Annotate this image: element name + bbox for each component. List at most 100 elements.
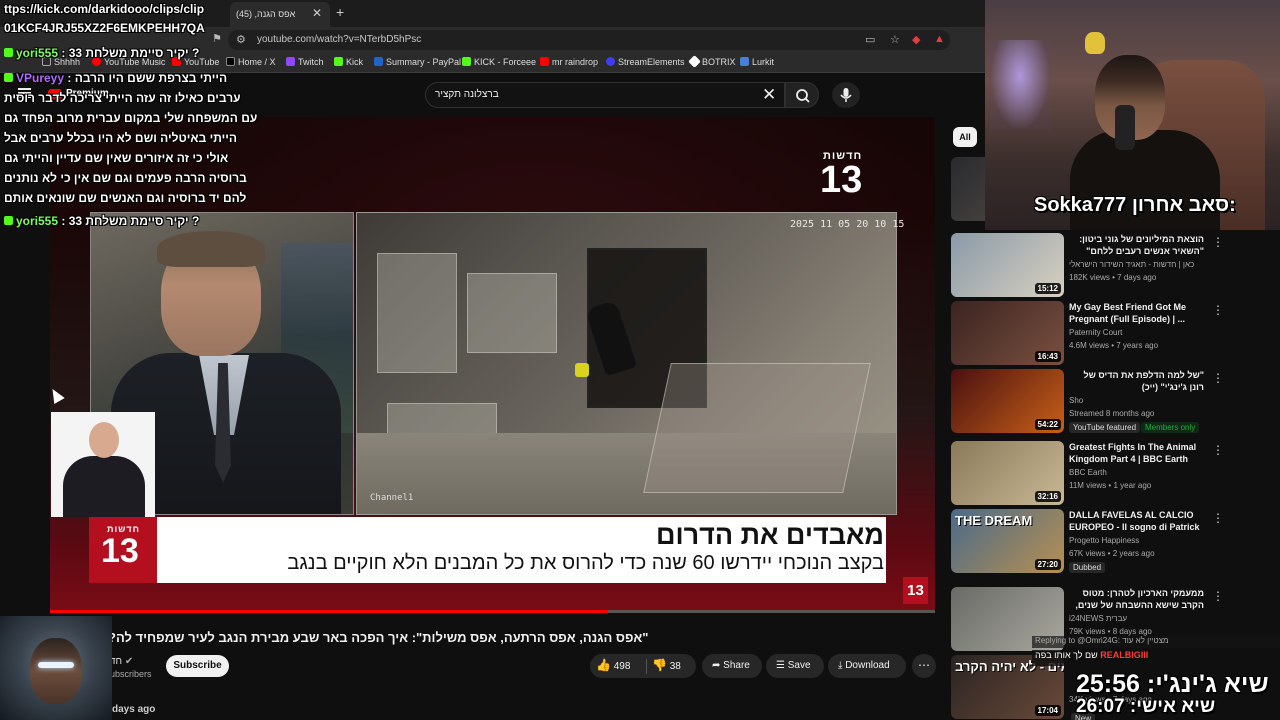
extension-triangle-icon[interactable]: ▲: [934, 33, 945, 45]
logo-number: 13: [820, 159, 863, 201]
clip-id: 01KCF4JRJ55XZ2F6EMKPEHH7QA: [4, 21, 205, 35]
video-title: "אפס הגנה, אפס הרתעה, אפס משילות": איך ה…: [108, 630, 649, 645]
chat-username: yori555: [16, 214, 59, 228]
recommendation-thumbnail[interactable]: THE DREAM 27:20: [951, 509, 1064, 573]
sign-language-interpreter: [51, 412, 155, 517]
kick-icon: [462, 57, 471, 66]
kick-icon: [334, 57, 343, 66]
chat-text: הייתי בצרפת ששם היו הרבה: [74, 71, 228, 85]
recommendation-channel: Progetto Happiness: [1069, 536, 1140, 545]
bookmark-label: KICK - Forceee: [474, 57, 537, 67]
video-duration: 54:22: [1034, 419, 1061, 430]
download-label: Download: [845, 660, 890, 671]
streamelements-icon: [606, 57, 615, 66]
shelf: [467, 273, 557, 353]
voice-search-button[interactable]: [832, 82, 860, 108]
recommendation-title: "של למה הדלפת את הדיס של רונן ג'ינג'י" (…: [1083, 370, 1205, 392]
cast-icon[interactable]: ▭: [865, 33, 875, 46]
microphone-icon: [840, 88, 852, 102]
bookmark-kick[interactable]: Kick: [334, 57, 363, 67]
recommendation-item[interactable]: THE DREAM 27:20 DALLA FAVELAS AL CALCIO EU…: [951, 509, 1231, 575]
avatar-glowing-eyes: [38, 662, 74, 668]
recommendation-title: הוצאת המיליונים של גוני ביטון: "השאיר אנ…: [1079, 234, 1204, 256]
streamer-avatar: [0, 616, 112, 720]
more-options-icon[interactable]: ⋮: [1212, 443, 1224, 457]
bookmark-kick-forceee[interactable]: KICK - Forceee: [462, 57, 536, 67]
last-sub-user: Sokka777: [1034, 194, 1127, 216]
recommendation-meta: Streamed 8 months ago: [1069, 409, 1155, 418]
search-query[interactable]: ברצלונה תקציר: [435, 89, 499, 100]
share-button[interactable]: ➦ Share: [702, 654, 762, 678]
extension-shield-icon[interactable]: ◆: [912, 33, 920, 46]
like-button[interactable]: 👍 498: [596, 658, 630, 672]
more-options-icon[interactable]: ⋮: [1212, 511, 1224, 525]
verified-icon: ✔: [124, 656, 134, 667]
recommendation-channel: כאן | חדשות - תאגיד השידור הישראלי: [1069, 260, 1195, 269]
channel-name[interactable]: חד ✔: [110, 656, 133, 667]
recommendation-badge: YouTube featured: [1069, 422, 1141, 433]
recommendation-thumbnail[interactable]: 15:12: [951, 233, 1064, 297]
bookmark-star-icon[interactable]: ☆: [890, 33, 900, 46]
timer-value: 25:56: [1076, 670, 1140, 698]
bookmark-botrix[interactable]: BOTRIX: [688, 55, 736, 68]
save-button[interactable]: ☰ Save: [766, 654, 824, 678]
more-options-icon[interactable]: ⋮: [1212, 303, 1224, 317]
bookmark-streamelements[interactable]: StreamElements: [606, 57, 685, 67]
bookmark-label: BOTRIX: [702, 57, 736, 67]
clip-url-text: ttps://kick.com/darkidooo/clips/clip: [4, 2, 205, 16]
recommendation-item[interactable]: 15:12 הוצאת המיליונים של גוני ביטון: "השא…: [951, 233, 1231, 299]
news-headline: מאבדים את הדרום: [656, 520, 884, 550]
recommendation-channel: i24NEWS עברית: [1069, 614, 1128, 623]
recommendation-item[interactable]: 32:16 Greatest Fights In The Animal Kingd…: [951, 441, 1231, 507]
clear-search-icon[interactable]: ✕: [762, 85, 776, 105]
timer-label: שיא אישי:: [1129, 696, 1216, 717]
video-duration: 16:43: [1034, 351, 1061, 362]
tab-close-icon[interactable]: ✕: [312, 6, 322, 20]
recommendation-thumbnail[interactable]: 32:16: [951, 441, 1064, 505]
recommendation-item[interactable]: 54:22 "של למה הדלפת את הדיס של רונן ג'ינג…: [951, 369, 1231, 435]
video-duration: 32:16: [1034, 491, 1061, 502]
recommendation-channel: BBC Earth: [1069, 468, 1107, 477]
recommendation-thumbnail[interactable]: 54:22: [951, 369, 1064, 433]
interpreter-head: [89, 422, 119, 458]
bookmark-lurkit[interactable]: Lurkit: [740, 57, 774, 67]
chat-message: yori555 : יקיר סיימת משלחת 33 ?: [4, 214, 199, 228]
download-icon: ⤓: [838, 660, 843, 671]
chat-message: VPureyy : הייתי בצרפת ששם היו הרבה: [4, 71, 227, 85]
bottom-chat-user: REALBIGIII: [1100, 650, 1149, 660]
address-url[interactable]: youtube.com/watch?v=NTerbD5hPsc: [257, 34, 421, 45]
channel13-corner-bug: 13: [903, 577, 928, 604]
kick-badge-icon: [4, 216, 13, 225]
search-button[interactable]: [785, 82, 819, 108]
channel13-logo-lower-third: חדשות 13: [89, 517, 157, 583]
webcam-light: [990, 40, 1050, 130]
more-options-icon[interactable]: ⋮: [1212, 371, 1224, 385]
chat-text: יקיר סיימת משלחת 33 ?: [68, 46, 200, 60]
more-options-icon[interactable]: ⋮: [1212, 235, 1224, 249]
like-count: 498: [613, 661, 631, 672]
shelf: [377, 253, 457, 373]
thumbs-down-icon: 👎: [652, 658, 667, 672]
bookmark-label: StreamElements: [618, 57, 685, 67]
more-options-icon[interactable]: ⋮: [1212, 589, 1224, 603]
recommendation-item[interactable]: 16:43 My Gay Best Friend Got Me Pregnant …: [951, 301, 1231, 367]
chat-text: הייתי באיטליה ושם לא היו בכלל ערבים אבל: [4, 131, 237, 145]
filter-chip-all[interactable]: All: [953, 127, 977, 147]
download-button[interactable]: ⤓ Download: [828, 654, 906, 678]
dislike-button[interactable]: 👎 38: [652, 658, 681, 672]
bookmark-paypal[interactable]: Summary - PayPal: [374, 57, 461, 67]
description-date[interactable]: days ago: [112, 704, 155, 715]
recommendation-thumbnail[interactable]: 16:43: [951, 301, 1064, 365]
bookmark-twitch[interactable]: Twitch: [286, 57, 324, 67]
cctv-timestamp: 2025 11 05 20 10 15: [790, 219, 905, 230]
recommendation-meta: 11M views • 1 year ago: [1069, 481, 1152, 490]
more-actions-icon[interactable]: ⋯: [912, 654, 936, 678]
video-progress-bar[interactable]: [50, 610, 935, 613]
subscribe-button[interactable]: Subscribe: [166, 655, 229, 677]
recommendation-meta: 4.6M views • 7 years ago: [1069, 341, 1159, 350]
anchor-hair: [157, 231, 265, 267]
bookmark-mr-raindrop[interactable]: mr raindrop: [540, 57, 598, 67]
new-tab-icon[interactable]: +: [336, 4, 344, 20]
chat-text: עם המשפחה שלי במקום עברית מרוב הפחד גם: [4, 111, 258, 125]
video-duration: 15:12: [1034, 283, 1061, 294]
